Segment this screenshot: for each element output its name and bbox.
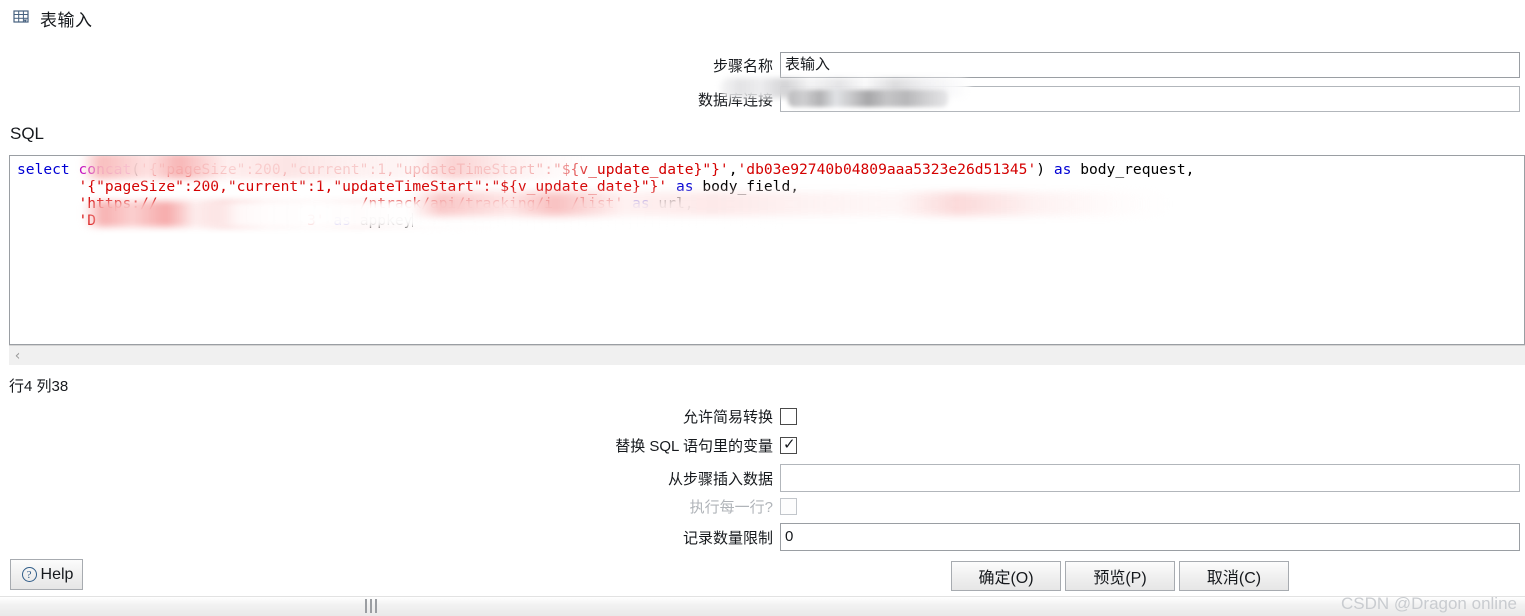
- allow-lazy-conversion-row: 允许简易转换: [600, 403, 1525, 429]
- execute-each-row-label: 执行每一行?: [689, 498, 773, 516]
- allow-lazy-conversion-label: 允许简易转换: [682, 408, 773, 426]
- sql-editor[interactable]: select concat('{"pageSize":200,"current"…: [9, 155, 1525, 345]
- sql-section-label: SQL: [10, 124, 45, 143]
- execute-each-row-row: 执行每一行?: [600, 493, 1525, 519]
- allow-lazy-conversion-checkbox[interactable]: [780, 407, 797, 425]
- preview-button-label: 预览(P): [1093, 570, 1147, 587]
- question-circle-icon: ?: [21, 567, 37, 582]
- check-mark-icon: ✓: [783, 434, 796, 453]
- sql-horizontal-scrollbar[interactable]: ‹: [9, 345, 1525, 365]
- ok-button[interactable]: 确定(O): [951, 561, 1061, 591]
- dialog-titlebar: 表输入: [0, 0, 1525, 36]
- connection-combo[interactable]: [780, 86, 1520, 112]
- window-bottom-scrollbar[interactable]: [0, 596, 1525, 616]
- insert-data-from-step-label: 从步骤插入数据: [667, 470, 773, 488]
- scroll-left-arrow-icon[interactable]: ‹: [9, 346, 26, 365]
- insert-data-from-step-row: 从步骤插入数据: [600, 464, 1525, 492]
- replace-variables-row: 替换 SQL 语句里的变量 ✓: [600, 432, 1525, 458]
- sql-line: 'https:// /ntrack/api/tracking/i /list' …: [78, 195, 694, 212]
- replace-variables-checkbox[interactable]: ✓: [780, 434, 797, 454]
- limit-size-row: 记录数量限制 0: [600, 523, 1525, 551]
- sql-line: '{"pageSize":200,"current":1,"updateTime…: [78, 178, 800, 195]
- sql-line: 'D 3' as appkey: [78, 212, 414, 229]
- limit-size-label: 记录数量限制: [682, 529, 773, 547]
- replace-variables-label: 替换 SQL 语句里的变量: [615, 437, 773, 455]
- limit-size-input[interactable]: 0: [780, 523, 1520, 551]
- help-button-label: Help: [40, 565, 74, 583]
- preview-button[interactable]: 预览(P): [1065, 561, 1175, 591]
- connection-row: 数据库连接: [600, 86, 1525, 112]
- sql-code-text: select concat('{"pageSize":200,"current"…: [17, 161, 1194, 229]
- dialog-title: 表输入: [40, 10, 93, 30]
- step-name-input[interactable]: 表输入: [780, 52, 1520, 78]
- cancel-button[interactable]: 取消(C): [1179, 561, 1289, 591]
- text-cursor: [412, 213, 414, 227]
- table-input-dialog: 表输入 步骤名称 表输入 数据库连接 SQL select concat('{"…: [0, 0, 1525, 616]
- connection-label: 数据库连接: [697, 91, 773, 109]
- cancel-button-label: 取消(C): [1206, 570, 1262, 587]
- insert-data-from-step-combo[interactable]: [780, 464, 1520, 492]
- sql-cursor-status: 行4 列38: [9, 378, 69, 395]
- table-input-icon: [12, 8, 34, 28]
- step-name-label: 步骤名称: [712, 57, 773, 75]
- ok-button-label: 确定(O): [978, 570, 1034, 587]
- step-name-row: 步骤名称 表输入: [600, 52, 1525, 78]
- sql-line: select concat('{"pageSize":200,"current"…: [17, 161, 1195, 178]
- watermark: CSDN @Dragon online: [1340, 594, 1517, 613]
- scrollbar-grip-icon: [365, 599, 379, 613]
- help-button[interactable]: ? Help: [10, 559, 83, 590]
- execute-each-row-checkbox: [780, 497, 797, 515]
